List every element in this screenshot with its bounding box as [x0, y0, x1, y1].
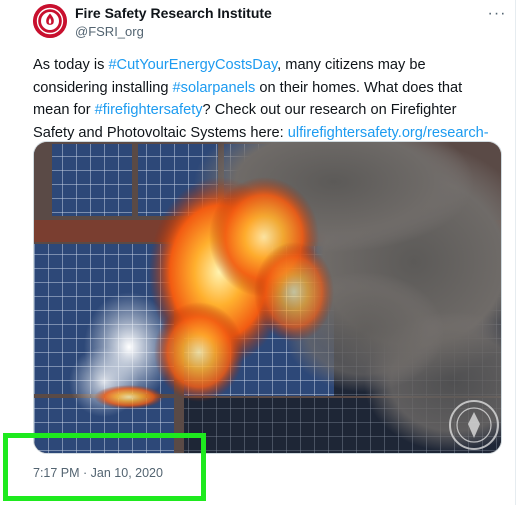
hashtag-link[interactable]: #firefightersafety	[95, 102, 203, 118]
photo-solar-panels-on-fire	[34, 142, 501, 453]
hashtag-link[interactable]: #CutYourEnergyCostsDay	[108, 57, 277, 73]
column-divider	[515, 0, 516, 505]
annotation-highlight-box	[3, 433, 206, 501]
more-options-icon[interactable]: ···	[482, 3, 512, 25]
fsri-seal-logo-icon	[33, 4, 67, 38]
account-name[interactable]: Fire Safety Research Institute	[75, 5, 272, 21]
avatar[interactable]	[33, 4, 67, 38]
account-handle[interactable]: @FSRI_org	[75, 24, 144, 39]
tweet-photo[interactable]	[33, 141, 502, 454]
tweet-card: Fire Safety Research Institute @FSRI_org…	[0, 0, 518, 505]
tweet-text-segment: As today is	[33, 57, 109, 73]
hashtag-link[interactable]: #solarpanels	[173, 80, 256, 96]
seal-watermark-icon	[449, 400, 499, 450]
